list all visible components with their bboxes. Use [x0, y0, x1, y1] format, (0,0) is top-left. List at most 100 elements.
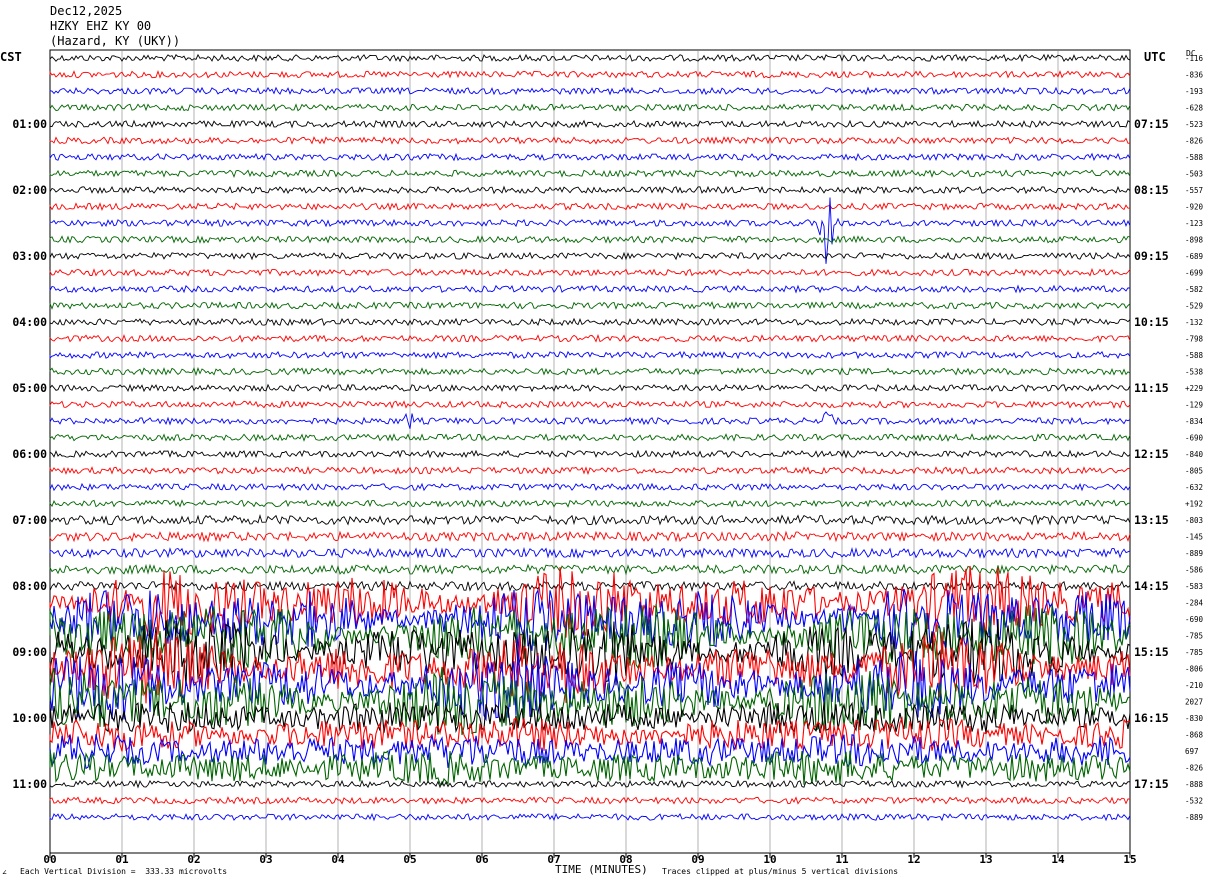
trace-black: [49, 53, 1131, 63]
trace-green: [49, 366, 1131, 377]
dc-offset-label: -785: [1185, 632, 1203, 641]
dc-offset-label: -690: [1185, 615, 1204, 624]
seismic-traces: [49, 53, 1131, 822]
x-tick-label: 12: [907, 853, 920, 866]
x-tick-label: 05: [403, 853, 416, 866]
trace-black: [49, 185, 1131, 195]
right-time-labels: 07:15 08:15 09:15 10:15 11:15 12:15 13:15 14:15…: [1134, 117, 1169, 791]
dc-offset-label: -805: [1185, 467, 1203, 476]
left-hour-label: 09:00: [12, 645, 47, 659]
dc-offset-label: -132: [1185, 318, 1203, 327]
trace-blue: [49, 812, 1131, 822]
x-tick-label: 11: [835, 853, 849, 866]
dc-offset-label: -145: [1185, 533, 1203, 542]
dc-offset-label: 2027: [1185, 698, 1203, 707]
dc-offset-label: -699: [1185, 269, 1203, 278]
trace-green: [49, 301, 1131, 310]
dc-offset-label: -632: [1185, 483, 1203, 492]
trace-black: [49, 580, 1131, 592]
left-hour-label: 04:00: [12, 315, 47, 329]
trace-red: [49, 400, 1131, 409]
dc-offset-label: -689: [1185, 252, 1203, 261]
trace-blue: [49, 152, 1131, 162]
x-tick-label: 14: [1051, 853, 1065, 866]
right-hour-label: 13:15: [1134, 513, 1169, 527]
dc-offset-label: -123: [1185, 219, 1203, 228]
trace-blue: [49, 546, 1131, 559]
trace-blue: [49, 284, 1131, 294]
dc-offset-label: -586: [1185, 566, 1204, 575]
dc-offset-label: -826: [1185, 764, 1204, 773]
right-hour-label: 08:15: [1134, 183, 1169, 197]
trace-green: [49, 169, 1131, 178]
location-label: (Hazard, KY (UKY)): [50, 34, 181, 48]
x-tick-label: 13: [979, 853, 992, 866]
left-hour-label: 02:00: [12, 183, 47, 197]
x-tick-label: 06: [475, 853, 489, 866]
dc-offset-label: -834: [1185, 417, 1204, 426]
x-tick-label: 03: [259, 853, 272, 866]
x-tick-label: 09: [691, 853, 704, 866]
trace-red: [49, 69, 1131, 79]
dc-offset-label: -840: [1185, 450, 1204, 459]
left-hour-label: 11:00: [12, 777, 47, 791]
trace-green: [49, 235, 1131, 244]
trace-green: [49, 103, 1131, 112]
scale-note: Each Vertical Division = 333.33 microvol…: [20, 867, 228, 876]
dc-offset-labels: -116-836-193-628-523-826-588-503-557-920…: [1185, 54, 1204, 822]
dc-offset-label: 697: [1185, 747, 1199, 756]
left-time-labels: 01:00 02:00 03:00 04:00 05:00 06:00 07:00 08:00…: [12, 117, 47, 791]
trace-green: [49, 433, 1131, 442]
trace-black: [49, 513, 1131, 526]
left-hour-label: 03:00: [12, 249, 47, 263]
dc-offset-label: -628: [1185, 104, 1204, 113]
dc-offset-label: -582: [1185, 285, 1203, 294]
x-tick-label: 15: [1123, 853, 1136, 866]
trace-blue: [49, 482, 1131, 492]
dc-offset-label: -503: [1185, 170, 1203, 179]
station-label: HZKY EHZ KY 00: [50, 19, 152, 33]
dc-offset-label: -690: [1185, 434, 1204, 443]
dc-offset-label: -193: [1185, 87, 1203, 96]
dc-offset-label: +192: [1185, 500, 1203, 509]
dc-offset-label: -868: [1185, 731, 1204, 740]
trace-green: [49, 563, 1131, 576]
trace-black: [49, 251, 1131, 261]
dc-offset-label: -889: [1185, 813, 1203, 822]
dc-offset-label: -583: [1185, 582, 1203, 591]
right-hour-label: 16:15: [1134, 711, 1169, 725]
trace-black: [49, 383, 1131, 393]
left-hour-label: 05:00: [12, 381, 47, 395]
dc-offset-label: -785: [1185, 648, 1203, 657]
right-hour-label: 12:15: [1134, 447, 1169, 461]
trace-red: [49, 796, 1131, 805]
trace-blue: [49, 86, 1131, 96]
left-hour-label: 01:00: [12, 117, 47, 131]
helicorder-plot: 00 01 02 03 04 05 06 07 08 09 10 11 12 13 14 15 01:0002…: [12, 49, 1204, 866]
trace-red: [49, 202, 1131, 212]
dc-offset-label: -830: [1185, 714, 1204, 723]
right-hour-label: 17:15: [1134, 777, 1169, 791]
trace-red: [49, 267, 1131, 277]
x-axis-label: TIME (MINUTES): [555, 863, 648, 876]
trace-red: [49, 465, 1131, 476]
trace-red: [49, 530, 1131, 543]
dc-offset-label: -523: [1185, 120, 1203, 129]
dc-offset-label: -898: [1185, 236, 1204, 245]
dc-offset-label: -826: [1185, 137, 1204, 146]
x-tick-label: 00: [43, 853, 56, 866]
dc-offset-label: -129: [1185, 401, 1203, 410]
dc-offset-label: +229: [1185, 384, 1203, 393]
trace-green: [49, 749, 1131, 786]
dc-offset-label: -529: [1185, 302, 1203, 311]
dc-offset-label: -889: [1185, 549, 1203, 558]
right-hour-label: 11:15: [1134, 381, 1169, 395]
dc-offset-label: -920: [1185, 203, 1204, 212]
x-tick-label: 01: [115, 853, 129, 866]
left-timezone: CST: [0, 50, 22, 64]
dc-offset-label: -836: [1185, 71, 1204, 80]
trace-black: [49, 317, 1131, 327]
x-tick-label: 10: [763, 853, 776, 866]
clip-note: Traces clipped at plus/minus 5 vertical …: [662, 867, 899, 876]
dc-offset-label: -538: [1185, 368, 1204, 377]
